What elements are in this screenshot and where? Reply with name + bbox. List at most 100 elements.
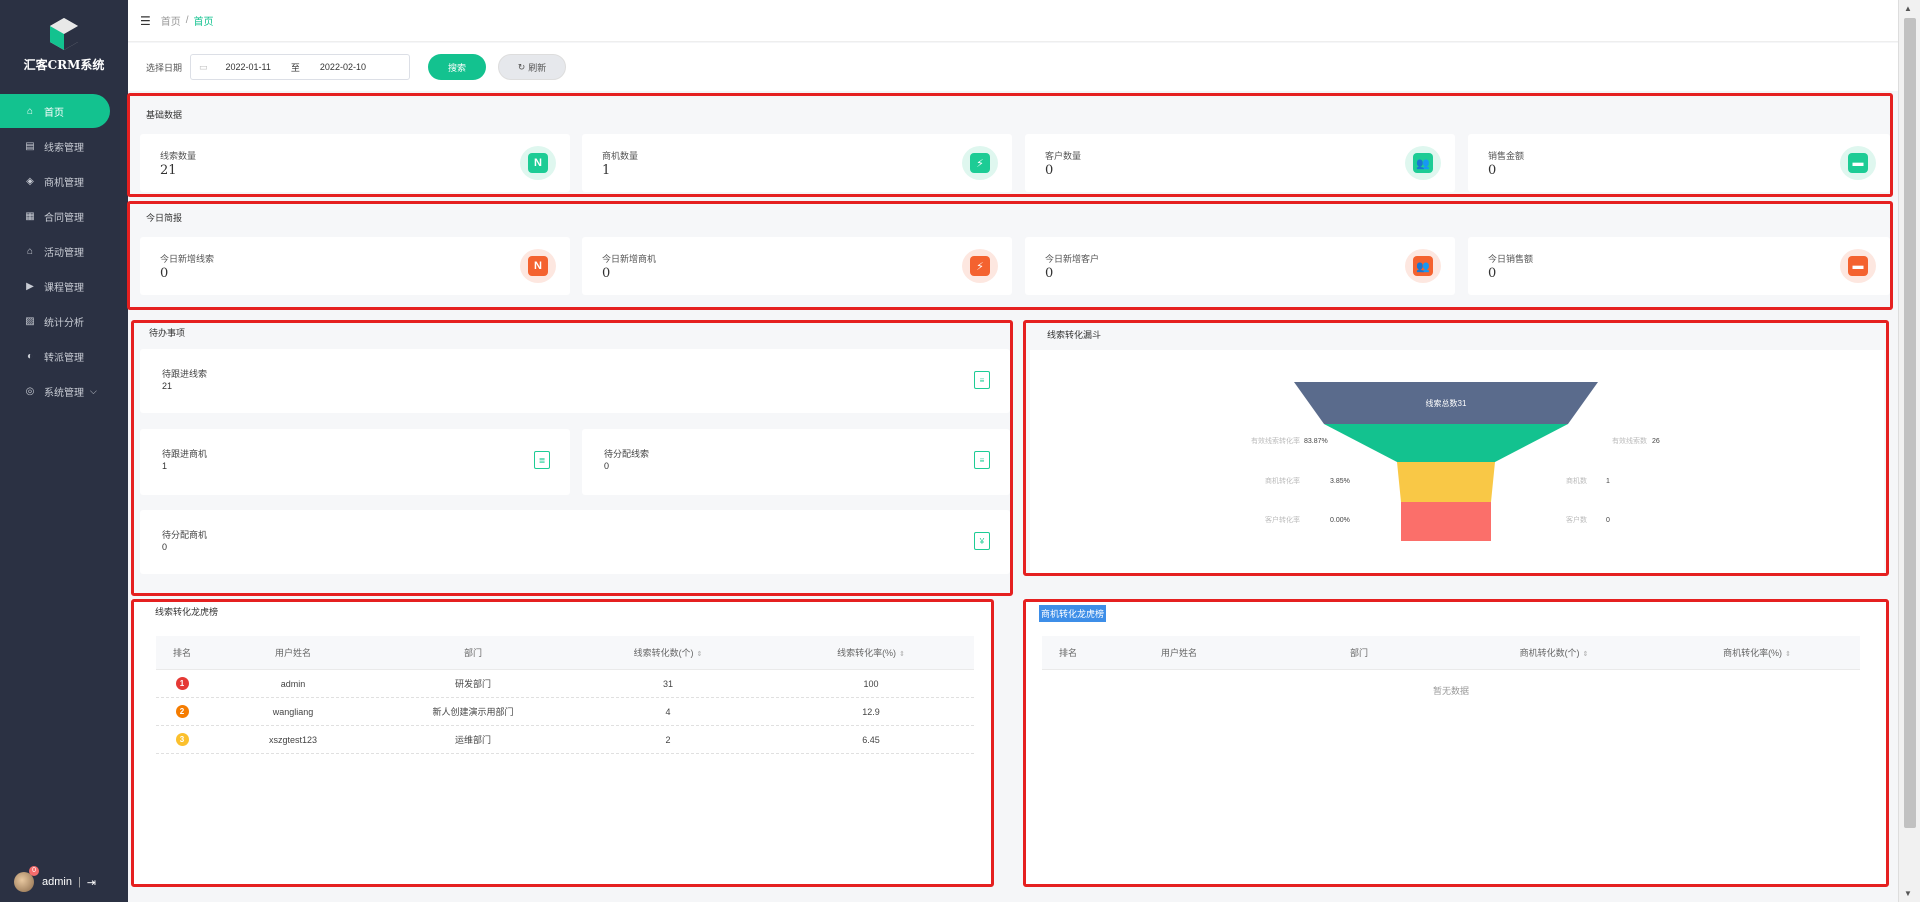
- sidebar-item-1[interactable]: ▤ 线索管理: [0, 129, 128, 163]
- funnel-layer[interactable]: [1397, 462, 1495, 502]
- clue-icon: ▤: [25, 140, 35, 152]
- activity-icon: ⌂: [26, 245, 34, 257]
- date-range-picker[interactable]: ▭ 2022-01-11 至 2022-02-10: [190, 54, 411, 80]
- sidebar-item-2[interactable]: ◈ 商机管理: [0, 164, 128, 198]
- today-stat-card[interactable]: 今日销售额 0 ▬: [1468, 237, 1890, 295]
- column-header: 部门: [378, 646, 568, 659]
- sidebar: 汇客CRM系统 ⌂ 首页 ▤ 线索管理 ◈ 商机管理 ▦ 合同管理 ⌂ 活动管理 ▶ 课程管理 ▨ 统计分…: [0, 0, 128, 902]
- funnel-rate-value: 0.00%: [1330, 517, 1350, 524]
- stat-label: 今日销售额: [1488, 254, 1534, 264]
- funnel-layer[interactable]: [1401, 502, 1491, 541]
- date-label: 选择日期: [146, 62, 183, 73]
- funnel-layer[interactable]: [1324, 424, 1568, 462]
- stat-value: 0: [160, 266, 169, 281]
- today-stat-card[interactable]: 今日新增商机 0 ⚡: [582, 237, 1012, 295]
- sort-icon[interactable]: ⇕: [1785, 651, 1791, 658]
- column-header[interactable]: 商机转化率(%) ⇕: [1654, 646, 1860, 659]
- search-button[interactable]: 搜索: [428, 54, 487, 80]
- sidebar-item-5[interactable]: ▶ 课程管理: [0, 269, 128, 303]
- sidebar-item-4[interactable]: ⌂ 活动管理: [0, 234, 128, 268]
- wallet-icon: ▬: [1840, 249, 1876, 283]
- cell-text: xszgtest123: [268, 734, 318, 745]
- table-row: 2 wangliang 新人创建演示用部门 4 12.9: [156, 698, 974, 726]
- scroll-thumb[interactable]: [1904, 18, 1916, 828]
- logout-icon[interactable]: ⇥: [87, 876, 96, 889]
- page-scrollbar[interactable]: ▲ ▼: [1898, 0, 1920, 902]
- home-icon: ⌂: [26, 105, 34, 117]
- cell-text: wangliang: [272, 706, 314, 717]
- clue-rank-table: 排名 用户姓名 部门 线索转化数(个) ⇕ 线索转化率(%) ⇕ 1 admin 研发部门 31 1…: [156, 636, 974, 754]
- menu-toggle-icon[interactable]: ☰: [140, 14, 151, 28]
- sort-icon[interactable]: ⇕: [697, 651, 703, 658]
- sort-icon[interactable]: ⇕: [899, 651, 905, 658]
- column-header-label: 用户姓名: [1160, 648, 1197, 658]
- basic-stat-card[interactable]: 线索数量 21 N: [140, 134, 570, 192]
- cell-text: 研发部门: [454, 679, 491, 689]
- cell-text: 6.45: [862, 734, 880, 745]
- table-cell: 6.45: [768, 735, 974, 745]
- stat-glyph: ⚡: [970, 256, 990, 276]
- basic-stat-card[interactable]: 销售金额 0 ▬: [1468, 134, 1890, 192]
- cell-text: 4: [665, 706, 671, 717]
- course-icon: ▶: [26, 280, 34, 292]
- wallet-icon: ▬: [1840, 146, 1876, 180]
- opportunity-icon: ◈: [26, 175, 34, 187]
- today-stat-card[interactable]: 今日新增线索 0 N: [140, 237, 570, 295]
- refresh-button[interactable]: ↻ 刷新: [498, 54, 567, 80]
- document-icon: ≡: [974, 371, 990, 389]
- column-header-label: 部门: [463, 648, 482, 658]
- basic-stat-card[interactable]: 客户数量 0 👥: [1025, 134, 1455, 192]
- chart-icon: ▨: [25, 315, 35, 327]
- opp-rank-title: 商机转化龙虎榜: [1039, 605, 1107, 622]
- sidebar-item-8[interactable]: ◎ 系统管理 ⌵: [0, 374, 128, 408]
- funnel-rate-name: 客户转化率: [1265, 515, 1300, 524]
- stat-glyph: 👥: [1413, 153, 1433, 173]
- sidebar-item-3[interactable]: ▦ 合同管理: [0, 199, 128, 233]
- cell-text: 31: [662, 678, 673, 689]
- table-cell: xszgtest123: [208, 735, 378, 745]
- date-range-separator: 至: [290, 62, 300, 73]
- column-header[interactable]: 线索转化数(个) ⇕: [568, 646, 768, 659]
- settings-icon: ◎: [25, 385, 35, 397]
- table-cell: 运维部门: [378, 733, 568, 746]
- today-stat-card[interactable]: 今日新增客户 0 👥: [1025, 237, 1455, 295]
- sidebar-item-0[interactable]: ⌂ 首页: [0, 94, 110, 128]
- end-date[interactable]: 2022-02-10: [320, 62, 366, 72]
- todo-card[interactable]: 待分配线索 0 ≡: [582, 429, 1010, 495]
- start-date[interactable]: 2022-01-11: [226, 62, 271, 72]
- cell-text: 2: [665, 734, 671, 745]
- sort-icon[interactable]: ⇕: [1583, 651, 1589, 658]
- clue-rank-title: 线索转化龙虎榜: [155, 607, 219, 617]
- breadcrumb-home[interactable]: 首页: [161, 13, 181, 28]
- app-logo[interactable]: 汇客CRM系统: [0, 0, 128, 88]
- todo-card[interactable]: 待跟进商机 1 ≣: [140, 429, 570, 495]
- table-row: 1 admin 研发部门 31 100: [156, 670, 974, 698]
- sidebar-item-label: 线索管理: [44, 142, 84, 154]
- table-cell: 12.9: [768, 707, 974, 717]
- scroll-up-icon[interactable]: ▲: [1904, 4, 1912, 13]
- table-cell: 2: [568, 735, 768, 745]
- logo-icon: [50, 17, 78, 50]
- stat-value: 0: [602, 266, 611, 281]
- avatar[interactable]: 0: [14, 866, 39, 892]
- username[interactable]: admin: [42, 876, 72, 888]
- todo-card[interactable]: 待分配商机 0 ¥: [140, 510, 1010, 574]
- today-title: 今日简报: [146, 213, 183, 223]
- funnel-count-name: 商机数: [1566, 476, 1587, 485]
- column-header-label: 商机转化率(%): [1723, 648, 1783, 658]
- table-cell: 4: [568, 707, 768, 717]
- sidebar-item-7[interactable]: ◐ 转派管理: [0, 339, 128, 373]
- bag-icon: N: [520, 146, 556, 180]
- scroll-down-icon[interactable]: ▼: [1904, 889, 1912, 898]
- basic-stat-card[interactable]: 商机数量 1 ⚡: [582, 134, 1012, 192]
- todo-card[interactable]: 待跟进线索 21 ≡: [140, 349, 1010, 413]
- stat-glyph: ▬: [1848, 153, 1868, 173]
- column-header[interactable]: 线索转化率(%) ⇕: [768, 646, 974, 659]
- sidebar-item-label: 转派管理: [44, 352, 84, 364]
- sidebar-item-6[interactable]: ▨ 统计分析: [0, 304, 128, 338]
- stat-label: 销售金额: [1488, 151, 1525, 161]
- funnel-count-name: 有效线索数: [1612, 436, 1647, 445]
- column-header[interactable]: 商机转化数(个) ⇕: [1454, 646, 1654, 659]
- stat-label: 今日新增商机: [602, 254, 657, 264]
- stat-label: 今日新增客户: [1045, 254, 1100, 264]
